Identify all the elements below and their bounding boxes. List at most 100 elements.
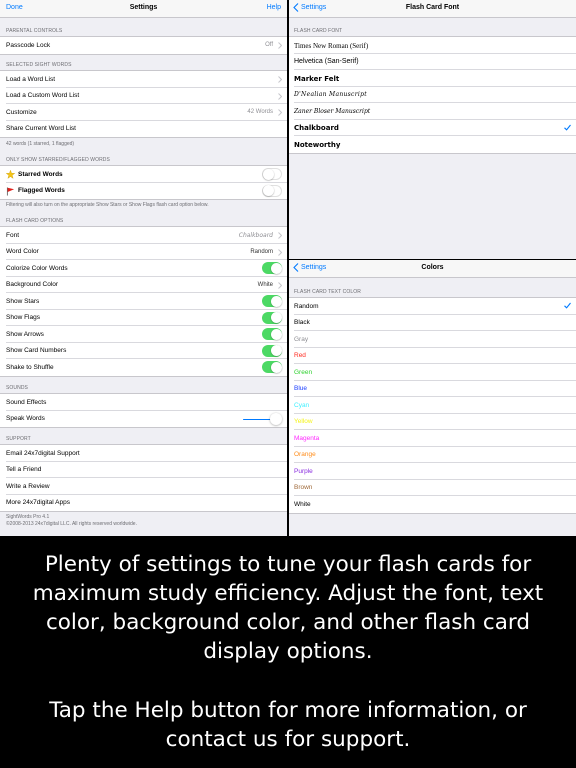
sound-effects-row[interactable]: Sound Effects [6, 394, 287, 411]
font-option[interactable]: D'Nealian Manuscript [294, 87, 576, 103]
row-label: Background Color [6, 281, 59, 288]
write-a-review-row[interactable]: Write a Review [6, 478, 287, 495]
font-option[interactable]: Zaner Bloser Manuscript [294, 103, 576, 120]
shake-to-shuffle-toggle[interactable] [262, 361, 282, 373]
show-flags-row: Show Flags [6, 310, 287, 326]
sounds-header: Sounds [6, 385, 28, 391]
font-option[interactable]: Times New Roman (Serif) [294, 37, 576, 54]
font-title: Flash Card Font [405, 4, 460, 11]
color-option[interactable]: Gray [294, 331, 576, 348]
row-label: Passcode Lock [6, 41, 51, 49]
show-stars-row: Show Stars [6, 293, 287, 310]
color-option[interactable]: Cyan [294, 397, 576, 414]
font-option[interactable]: Noteworthy [294, 136, 576, 153]
color-option-label: Gray [294, 335, 309, 343]
color-option[interactable]: Black [294, 315, 576, 331]
colorize-color-words-toggle[interactable] [262, 262, 282, 274]
font-option-label: D'Nealian Manuscript [294, 91, 367, 98]
sight-words-header: Selected Sight Words [6, 62, 72, 68]
load-custom-word-list-row[interactable]: Load a Custom Word List [6, 88, 287, 104]
sight-words-footer: 42 words (1 starred, 1 flagged) [6, 141, 75, 147]
more-apps-row[interactable]: More 24x7digital Apps [6, 495, 287, 512]
font-option[interactable]: Helvetica (San-Serif) [294, 54, 576, 70]
flagged-words-row: Flagged Words [6, 183, 287, 200]
row-label: Colorize Color Words [6, 264, 68, 272]
starred-words-toggle[interactable] [262, 168, 282, 180]
color-option-label: Orange [294, 451, 316, 458]
font-option-selected[interactable]: Chalkboard [294, 120, 576, 136]
caption-paragraph-1: Plenty of settings to tune your flash ca… [32, 552, 544, 664]
toggle-knob [270, 262, 282, 274]
color-option-label: Green [294, 368, 313, 376]
color-option[interactable]: Brown [294, 480, 576, 496]
flagged-words-toggle[interactable] [262, 184, 282, 197]
background-color-row[interactable]: Background Color White [6, 277, 287, 293]
color-option-label: Brown [294, 484, 313, 491]
starred-flagged-group: Starred Words Flagged Words [0, 165, 287, 200]
speak-words-slider-knob[interactable] [270, 413, 282, 425]
show-arrows-row: Show Arrows [6, 326, 287, 343]
flash-card-options-group: Font Chalkboard Word Color Random Colori… [0, 226, 287, 377]
promo-caption: Plenty of settings to tune your flash ca… [0, 536, 576, 768]
starred-words-row: Starred Words [6, 166, 287, 183]
row-label: Speak Words [6, 415, 45, 422]
chevron-right-icon [278, 42, 282, 49]
toggle-knob [262, 168, 274, 180]
color-option[interactable]: White [294, 496, 576, 513]
flag-icon [6, 186, 15, 196]
chevron-right-icon [278, 232, 282, 239]
row-label: Share Current Word List [6, 125, 76, 132]
font-option-label: Chalkboard [294, 124, 339, 132]
load-word-list-row[interactable]: Load a Word List [6, 71, 287, 88]
starred-flagged-header: Only Show Starred/Flagged Words [6, 157, 110, 163]
toggle-knob [270, 328, 282, 340]
speak-words-row: Speak Words [6, 411, 287, 428]
show-flags-toggle[interactable] [262, 311, 282, 324]
help-button[interactable]: Help [267, 4, 281, 11]
row-label: Customize [6, 108, 37, 116]
color-option[interactable]: Green [294, 364, 576, 381]
row-label: Shake to Shuffle [6, 363, 54, 371]
color-option[interactable]: Red [294, 348, 576, 364]
caption-paragraph-2: Tap the Help button for more information… [49, 698, 527, 752]
parental-controls-group: Passcode Lock Off [0, 36, 287, 55]
color-option[interactable]: Purple [294, 463, 576, 480]
color-option-label: Random [294, 302, 319, 310]
support-header: Support [6, 436, 31, 442]
font-navbar: Settings Flash Card Font [289, 0, 576, 18]
star-icon [6, 170, 15, 179]
color-option[interactable]: Blue [294, 381, 576, 397]
row-value: Chalkboard [238, 232, 273, 239]
word-color-row[interactable]: Word Color Random [6, 244, 287, 260]
share-word-list-row[interactable]: Share Current Word List [6, 121, 287, 138]
color-option[interactable]: Orange [294, 447, 576, 463]
font-option[interactable]: Marker Felt [294, 70, 576, 87]
color-option-selected[interactable]: Random [294, 298, 576, 315]
font-option-label: Helvetica (San-Serif) [294, 58, 359, 65]
font-list: Times New Roman (Serif) Helvetica (San-S… [289, 36, 576, 154]
show-card-numbers-toggle[interactable] [262, 344, 282, 357]
font-option-label: Marker Felt [294, 74, 340, 83]
toggle-knob [270, 295, 282, 307]
font-row[interactable]: Font Chalkboard [6, 227, 287, 244]
color-option[interactable]: Magenta [294, 430, 576, 447]
row-value: Off [265, 42, 273, 48]
toggle-knob [270, 361, 282, 373]
passcode-lock-row[interactable]: Passcode Lock Off [6, 37, 287, 54]
shake-to-shuffle-row: Shake to Shuffle [6, 359, 287, 376]
show-card-numbers-row: Show Card Numbers [6, 343, 287, 359]
row-label: Load a Custom Word List [6, 92, 80, 99]
color-option-label: Cyan [294, 401, 310, 409]
show-stars-toggle[interactable] [262, 295, 282, 307]
font-option-label: Zaner Bloser Manuscript [294, 107, 371, 115]
email-support-row[interactable]: Email 24x7digital Support [6, 445, 287, 462]
tell-a-friend-row[interactable]: Tell a Friend [6, 462, 287, 478]
show-arrows-toggle[interactable] [262, 328, 282, 340]
sight-words-group: Load a Word List Load a Custom Word List… [0, 70, 287, 138]
row-label: Show Card Numbers [6, 347, 67, 354]
customize-row[interactable]: Customize 42 Words [6, 104, 287, 121]
chevron-right-icon [278, 109, 282, 116]
row-value: 42 Words [247, 109, 273, 115]
flash-card-options-header: Flash Card Options [6, 218, 64, 224]
color-option[interactable]: Yellow [294, 414, 576, 430]
